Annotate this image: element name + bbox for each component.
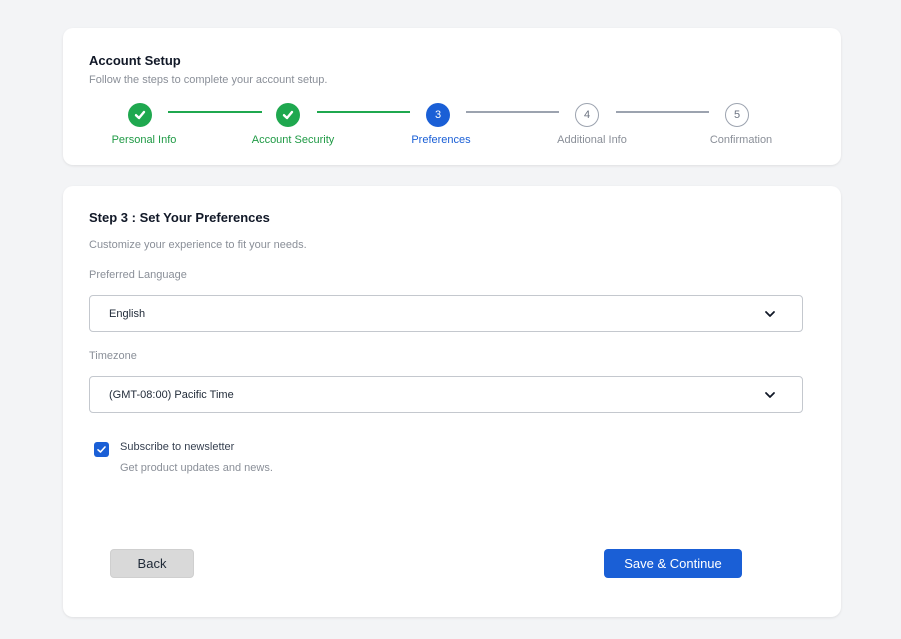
save-continue-button[interactable]: Save & Continue <box>604 549 742 578</box>
language-label: Preferred Language <box>89 269 187 281</box>
step-4-label: Additional Info <box>557 134 627 146</box>
checkmark-icon <box>97 446 106 453</box>
language-value: English <box>109 307 146 320</box>
language-select[interactable]: English <box>89 295 803 332</box>
preferences-card: Step 3 : Set Your Preferences Customize … <box>63 186 841 617</box>
step-connector-4 <box>616 111 709 113</box>
step-4-indicator: 4 <box>575 103 599 127</box>
setup-subtitle: Follow the steps to complete your accoun… <box>89 74 328 86</box>
step-3-label: Preferences <box>411 134 471 146</box>
newsletter-checkbox[interactable] <box>94 442 109 457</box>
timezone-value: (GMT-08:00) Pacific Time <box>109 388 234 401</box>
step-3-indicator: 3 <box>426 103 450 127</box>
step-1-label: Personal Info <box>111 134 177 146</box>
step-5-label: Confirmation <box>709 134 773 146</box>
chevron-down-icon <box>765 392 775 398</box>
back-button[interactable]: Back <box>110 549 194 578</box>
step-connector-3 <box>466 111 559 113</box>
step-2-label: Account Security <box>251 134 335 146</box>
progress-card: Account Setup Follow the steps to comple… <box>63 28 841 165</box>
chevron-down-icon <box>765 311 775 317</box>
timezone-select[interactable]: (GMT-08:00) Pacific Time <box>89 376 803 413</box>
step-2-check-icon <box>276 103 300 127</box>
step-connector-2 <box>317 111 410 113</box>
step-title: Step 3 : Set Your Preferences <box>89 210 270 225</box>
setup-title: Account Setup <box>89 53 181 68</box>
newsletter-description: Get product updates and news. <box>120 462 273 474</box>
timezone-label: Timezone <box>89 350 137 362</box>
step-5-indicator: 5 <box>725 103 749 127</box>
step-1-check-icon <box>128 103 152 127</box>
newsletter-label[interactable]: Subscribe to newsletter <box>120 441 234 453</box>
step-connector-1 <box>168 111 262 113</box>
step-subtitle: Customize your experience to fit your ne… <box>89 239 307 251</box>
